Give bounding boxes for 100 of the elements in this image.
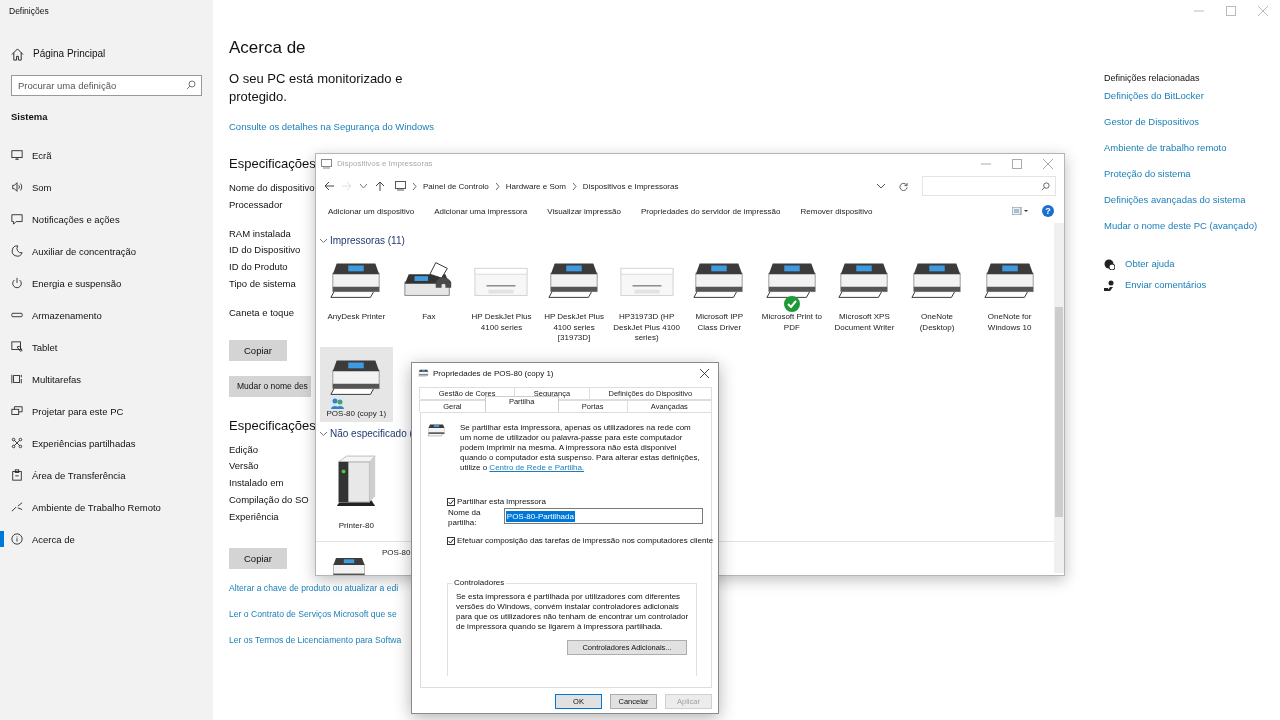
section-heading: Definições relacionadas <box>1104 72 1201 84</box>
sidebar-item[interactable]: Armazenamento <box>0 299 213 331</box>
link[interactable]: Ler o Contrato de Serviços Microsoft que se <box>229 607 397 621</box>
refresh-icon[interactable] <box>899 181 908 191</box>
device-item[interactable]: AnyDesk Printer <box>320 250 393 347</box>
spec-label: ID do Dispositivo <box>229 243 301 258</box>
tablet-icon <box>11 341 23 353</box>
view-options-icon[interactable] <box>1012 207 1028 215</box>
search-field[interactable]: Procurar uma definição <box>11 75 202 96</box>
page-title: Acerca de <box>229 37 307 59</box>
device-item[interactable]: Microsoft Print to PDF <box>755 250 829 347</box>
spec-label: RAM instalada <box>229 226 291 241</box>
link[interactable]: Proteção do sistema <box>1104 168 1191 180</box>
group-header[interactable]: Impressoras (11) <box>320 232 405 248</box>
search-icon <box>1041 181 1050 191</box>
toolbar-button[interactable]: Visualizar impressão <box>537 206 631 216</box>
device-item[interactable]: Fax <box>392 250 466 347</box>
copy-button[interactable]: Copiar <box>229 547 287 569</box>
scrollbar[interactable] <box>1054 223 1064 573</box>
sidebar-item[interactable]: Auxiliar de concentração <box>0 235 213 267</box>
sidebar-item[interactable]: Projetar para este PC <box>0 395 213 427</box>
multitask-icon <box>11 373 23 385</box>
sidebar-item[interactable]: Tablet <box>0 331 213 363</box>
remote-icon <box>11 501 23 513</box>
share-name-field[interactable]: POS-80-Partilhada <box>503 508 703 524</box>
device-item[interactable]: Microsoft XPS Document Writer <box>828 250 901 347</box>
toolbar-button[interactable]: Adicionar um dispositivo <box>318 206 425 216</box>
device-item[interactable]: Microsoft IPP Class Driver <box>682 250 756 347</box>
device-item[interactable]: HP DeskJet Plus 4100 series <box>465 250 538 347</box>
home-link[interactable]: Página Principal <box>11 47 106 61</box>
dropdown-icon[interactable] <box>877 183 885 189</box>
link[interactable]: Mudar o nome deste PC (avançado) <box>1104 220 1258 232</box>
section-heading: Sistema <box>11 110 49 124</box>
chevron-icon <box>571 182 577 190</box>
device-name: POS-80 <box>382 547 411 557</box>
spec-label: Nome do dispositivo <box>229 181 315 195</box>
link[interactable]: Definições do BitLocker <box>1104 90 1204 102</box>
section-heading: Especificações <box>229 155 316 173</box>
sidebar-item[interactable]: Ambiente de Trabalho Remoto <box>0 491 213 523</box>
printer-icon <box>418 368 429 378</box>
monitor-icon <box>11 149 23 161</box>
checkbox[interactable] <box>447 536 455 545</box>
maximize-icon[interactable] <box>1012 158 1022 169</box>
back-arrow-icon[interactable] <box>324 181 334 191</box>
sidebar-item[interactable]: Energia e suspensão <box>0 267 213 299</box>
sidebar-item[interactable]: Ecrã <box>0 139 213 171</box>
maximize-icon[interactable] <box>1226 6 1236 16</box>
link[interactable]: Alterar a chave de produto ou atualizar a edi <box>229 581 399 595</box>
toolbar-button[interactable]: Adicionar uma impressora <box>424 206 538 216</box>
spec-label: ID do Produto <box>229 260 288 275</box>
rename-button[interactable]: Mudar o nome des <box>229 375 311 397</box>
network-icon <box>11 437 23 449</box>
protection-status: O seu PC está monitorizado e protegido. <box>229 70 404 106</box>
spec-label: Caneta e toque <box>229 305 294 320</box>
spec-label: Edição <box>229 442 259 457</box>
breadcrumb-item[interactable]: Dispositivos e Impressoras <box>582 181 679 191</box>
message-icon <box>11 213 23 225</box>
security-link[interactable]: Consulte os detalhes na Segurança do Windows <box>229 121 434 132</box>
device-item[interactable]: Printer-80 <box>320 443 393 535</box>
sidebar-item[interactable]: Notificações e ações <box>0 203 213 235</box>
breadcrumb-item[interactable]: Hardware e Som <box>505 181 566 191</box>
device-item[interactable]: OneNote for Windows 10 <box>973 250 1046 347</box>
checkbox-label: Partilhar esta impressora <box>457 497 546 506</box>
link[interactable]: Gestor de Dispositivos <box>1104 116 1200 128</box>
link[interactable]: Ambiente de trabalho remoto <box>1104 142 1227 154</box>
up-arrow-icon[interactable] <box>375 181 385 191</box>
link[interactable]: Obter ajuda <box>1125 258 1175 270</box>
close-icon[interactable] <box>700 368 709 378</box>
group-title: Controladores <box>452 578 507 587</box>
device-item[interactable]: HP DeskJet Plus 4100 series [31973D] <box>537 250 611 347</box>
spec-label: Tipo de sistema <box>229 277 296 291</box>
help-button[interactable]: ? <box>1042 205 1054 217</box>
sidebar-item[interactable]: Experiências partilhadas <box>0 427 213 459</box>
power-icon <box>11 277 23 289</box>
toolbar-button[interactable]: Propriedades do servidor de impressão <box>630 206 791 216</box>
sidebar-item[interactable]: Área de Transferência <box>0 459 213 491</box>
checkbox-label: Efetuar composição das tarefas de impressão nos computadores cliente <box>457 536 714 545</box>
device-item[interactable]: HP31973D (HP DeskJet Plus 4100 series) <box>610 250 683 347</box>
dropdown-icon[interactable] <box>360 183 367 189</box>
sidebar-item[interactable]: Som <box>0 171 213 203</box>
description: Se partilhar esta impressora, apenas os utilizadores na rede com um nome de utilizador ou palavra-passe para este computador podem imprimir na mesma. A impressora não está disponível quando o computador está suspenso. Para alterar estas definições, utilize o Centro de Rede e Partilha. <box>460 423 700 473</box>
link[interactable]: Enviar comentários <box>1125 279 1207 291</box>
device-item[interactable]: OneNote (Desktop) <box>900 250 974 347</box>
link[interactable]: Ler os Termos de Licenciamento para Softwa <box>229 633 402 647</box>
breadcrumb-item[interactable]: Painel de Controlo <box>423 181 489 191</box>
description: Se esta impressora é partilhada por utilizadores com diferentes versões do Windows, convém instalar controladores adicionais para que os utilizadores não tenham de encontrar um controlador de impressora quando se ligarem à impressora partilhada. <box>456 592 690 632</box>
window-title: Dispositivos e Impressoras <box>337 159 433 168</box>
checkbox[interactable] <box>447 497 455 506</box>
projector-icon <box>11 405 23 417</box>
link[interactable]: Definições avançadas do sistema <box>1104 194 1246 206</box>
copy-button[interactable]: Copiar <box>229 339 287 361</box>
field-label: Nome da partilha: <box>448 508 482 528</box>
sidebar-item[interactable]: Acerca de <box>0 523 213 555</box>
network-center-link[interactable]: Centro de Rede e Partilha. <box>489 463 585 472</box>
sidebar-item[interactable]: Multitarefas <box>0 363 213 395</box>
toolbar-button[interactable]: Remover dispositivo <box>790 206 883 216</box>
device-item[interactable]: POS-80 (copy 1) <box>320 346 393 422</box>
speaker-icon <box>11 181 23 193</box>
chevron-icon <box>412 182 417 190</box>
spec-label: Compilação do SO <box>229 492 309 507</box>
